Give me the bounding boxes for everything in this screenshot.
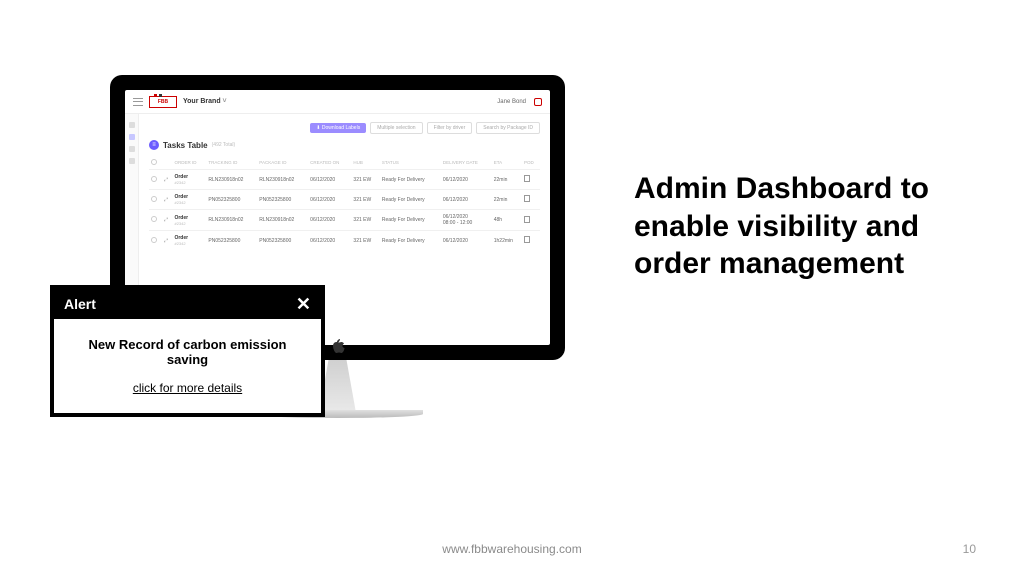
alert-title: Alert xyxy=(64,296,96,312)
alert-message: New Record of carbon emission saving xyxy=(70,337,305,367)
table-row[interactable]: ⤢ Order#2342 RLN230918n02RLN230918n0206/… xyxy=(149,210,540,231)
pod-doc-icon[interactable] xyxy=(524,195,530,202)
slide-headline: Admin Dashboard to enable visibility and… xyxy=(634,170,954,283)
page-number: 10 xyxy=(963,542,976,556)
alert-details-link[interactable]: click for more details xyxy=(70,381,305,395)
col-eta[interactable]: ETA xyxy=(492,156,522,170)
col-hub[interactable]: HUB xyxy=(351,156,379,170)
col-tracking[interactable]: TRACKING ID xyxy=(206,156,257,170)
expand-icon[interactable]: ⤢ xyxy=(164,197,168,203)
expand-icon[interactable]: ⤢ xyxy=(164,217,168,223)
download-labels-button[interactable]: ⬇ Download Labels xyxy=(310,123,366,133)
col-date[interactable]: DELIVERY DATE xyxy=(441,156,492,170)
toolbar: ⬇ Download Labels Multiple selection Fil… xyxy=(149,122,540,134)
pod-doc-icon[interactable] xyxy=(524,175,530,182)
sidebar-item[interactable] xyxy=(129,122,135,128)
close-icon[interactable]: ✕ xyxy=(296,295,311,313)
user-name[interactable]: Jane Bond xyxy=(497,99,526,105)
table-row[interactable]: ⤢ Order#2342 PN052325800PN05232580006/12… xyxy=(149,231,540,251)
hamburger-icon[interactable] xyxy=(133,98,143,106)
pod-doc-icon[interactable] xyxy=(524,236,530,243)
table-title-row: ≡ Tasks Table (492 Total) xyxy=(149,140,540,150)
tasks-count: (492 Total) xyxy=(212,142,236,148)
table-row[interactable]: ⤢ Order#2342 RLN230918n02RLN230918n0206/… xyxy=(149,170,540,190)
col-pod[interactable]: POD xyxy=(522,156,540,170)
alert-popup: Alert ✕ New Record of carbon emission sa… xyxy=(50,285,325,417)
multiple-selection-dropdown[interactable]: Multiple selection xyxy=(370,122,422,134)
col-package[interactable]: PACKAGE ID xyxy=(257,156,308,170)
col-status[interactable]: STATUS xyxy=(380,156,441,170)
sidebar-item-active[interactable] xyxy=(129,134,135,140)
alert-header: Alert ✕ xyxy=(54,289,321,319)
sidebar-item[interactable] xyxy=(129,158,135,164)
filter-driver-dropdown[interactable]: Filter by driver xyxy=(427,122,473,134)
expand-icon[interactable]: ⤢ xyxy=(164,238,168,244)
expand-icon[interactable]: ⤢ xyxy=(164,177,168,183)
col-created[interactable]: CREATED ON xyxy=(308,156,351,170)
col-order[interactable]: ORDER ID xyxy=(172,156,206,170)
search-package-input[interactable]: Search by Package ID xyxy=(476,122,540,134)
top-bar: FBB Your Brand Jane Bond xyxy=(125,90,550,114)
brand-selector[interactable]: Your Brand xyxy=(183,98,227,105)
sidebar-item[interactable] xyxy=(129,146,135,152)
table-row[interactable]: ⤢ Order#2342 PN052325800PN05232580006/12… xyxy=(149,190,540,210)
select-all-checkbox[interactable] xyxy=(151,159,157,165)
row-checkbox[interactable] xyxy=(151,237,157,243)
tasks-icon: ≡ xyxy=(149,140,159,150)
footer-url: www.fbbwarehousing.com xyxy=(442,542,581,556)
apple-logo-icon xyxy=(331,338,345,354)
fbb-logo: FBB xyxy=(149,96,177,108)
notification-icon[interactable] xyxy=(534,98,542,106)
row-checkbox[interactable] xyxy=(151,196,157,202)
tasks-table: ORDER ID TRACKING ID PACKAGE ID CREATED … xyxy=(149,156,540,250)
tasks-title: Tasks Table xyxy=(163,141,208,150)
row-checkbox[interactable] xyxy=(151,176,157,182)
row-checkbox[interactable] xyxy=(151,216,157,222)
pod-doc-icon[interactable] xyxy=(524,216,530,223)
